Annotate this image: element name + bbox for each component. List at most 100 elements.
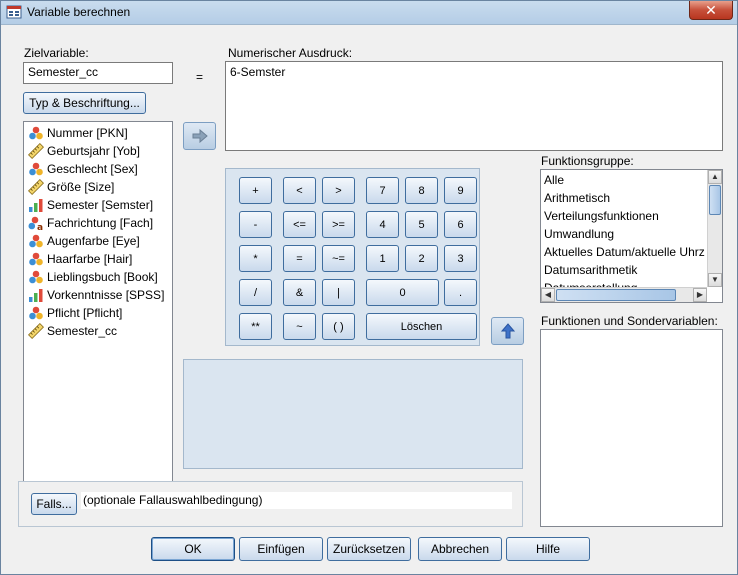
- title-bar[interactable]: Variable berechnen ✕: [1, 1, 737, 25]
- dialog-body: Zielvariable: Semester_cc Typ & Beschrif…: [8, 26, 732, 569]
- scroll-right-icon[interactable]: ▶: [693, 288, 707, 302]
- function-group-item[interactable]: Verteilungsfunktionen: [544, 209, 659, 227]
- variable-list-item[interactable]: Vorkenntnisse [SPSS]: [28, 286, 164, 304]
- key-parentheses[interactable]: ( ): [322, 313, 355, 340]
- window-title: Variable berechnen: [27, 5, 131, 19]
- key-5[interactable]: 5: [405, 211, 438, 238]
- scale-icon: [28, 323, 47, 339]
- function-group-item[interactable]: Aktuelles Datum/aktuelle Uhrz: [544, 245, 707, 263]
- vertical-scrollbar[interactable]: ▲ ▼: [707, 170, 722, 287]
- functions-list[interactable]: [540, 329, 723, 527]
- key-not-equal[interactable]: ~=: [322, 245, 355, 272]
- key-less[interactable]: <: [283, 177, 316, 204]
- calculator-keypad: + < > 7 8 9 - <= >= 4 5 6 * = ~= 1 2 3 /…: [225, 168, 480, 346]
- close-button[interactable]: ✕: [689, 1, 733, 20]
- ordinal-icon: [28, 197, 47, 213]
- dialog-window: Variable berechnen ✕ Zielvariable: Semes…: [0, 0, 738, 575]
- nominal-icon: [28, 125, 47, 141]
- variable-label: Größe [Size]: [47, 180, 115, 194]
- function-group-item[interactable]: Datumsarithmetik: [544, 263, 637, 281]
- function-group-list[interactable]: Alle Arithmetisch Verteilungsfunktionen …: [540, 169, 723, 303]
- variable-list[interactable]: Nummer [PKN] Geburtsjahr [Yob] Geschlecht …: [23, 121, 173, 521]
- variable-list-item[interactable]: Haarfarbe [Hair]: [28, 250, 132, 268]
- scroll-thumb[interactable]: [556, 289, 676, 301]
- horizontal-scrollbar[interactable]: ◀ ▶: [541, 287, 707, 302]
- move-variable-button[interactable]: [183, 122, 216, 150]
- key-divide[interactable]: /: [239, 279, 272, 306]
- key-4[interactable]: 4: [366, 211, 399, 238]
- key-3[interactable]: 3: [444, 245, 477, 272]
- key-delete[interactable]: Löschen: [366, 313, 477, 340]
- variable-list-item[interactable]: Pflicht [Pflicht]: [28, 304, 122, 322]
- variable-label: Semester_cc: [47, 324, 118, 338]
- variable-label: Semester [Semster]: [47, 198, 154, 212]
- variable-label: Pflicht [Pflicht]: [47, 306, 123, 320]
- variable-list-item[interactable]: Nummer [PKN]: [28, 124, 128, 142]
- key-7[interactable]: 7: [366, 177, 399, 204]
- variable-list-item[interactable]: Geburtsjahr [Yob]: [28, 142, 140, 160]
- case-selection-panel: Falls... (optionale Fallauswahlbedingung…: [18, 481, 523, 527]
- function-description-panel: [183, 359, 523, 469]
- variable-label: Lieblingsbuch [Book]: [47, 270, 158, 284]
- variable-list-item[interactable]: Lieblingsbuch [Book]: [28, 268, 158, 286]
- key-8[interactable]: 8: [405, 177, 438, 204]
- key-or[interactable]: |: [322, 279, 355, 306]
- compute-variable-icon: [6, 5, 22, 19]
- nominal-icon: [29, 306, 43, 320]
- key-decimal[interactable]: .: [444, 279, 477, 306]
- variable-list-item[interactable]: a Fachrichtung [Fach]: [28, 214, 153, 232]
- function-group-item[interactable]: Arithmetisch: [544, 191, 610, 209]
- key-minus[interactable]: -: [239, 211, 272, 238]
- scroll-down-icon[interactable]: ▼: [708, 273, 722, 287]
- variable-list-item[interactable]: Augenfarbe [Eye]: [28, 232, 140, 250]
- scroll-thumb[interactable]: [709, 185, 721, 215]
- key-1[interactable]: 1: [366, 245, 399, 272]
- ok-button[interactable]: OK: [151, 537, 235, 561]
- variable-list-item[interactable]: Semester_cc: [28, 322, 117, 340]
- key-greater[interactable]: >: [322, 177, 355, 204]
- target-variable-input[interactable]: Semester_cc: [23, 62, 173, 84]
- key-not[interactable]: ~: [283, 313, 316, 340]
- variable-list-item[interactable]: Größe [Size]: [28, 178, 114, 196]
- cancel-button[interactable]: Abbrechen: [418, 537, 502, 561]
- numeric-expression-label: Numerischer Ausdruck:: [228, 46, 353, 60]
- key-6[interactable]: 6: [444, 211, 477, 238]
- paste-button[interactable]: Einfügen: [239, 537, 323, 561]
- key-greater-equal[interactable]: >=: [322, 211, 355, 238]
- ordinal-icon: [29, 289, 43, 302]
- key-9[interactable]: 9: [444, 177, 477, 204]
- nominal-icon: [28, 233, 47, 249]
- function-group-item[interactable]: Umwandlung: [544, 227, 614, 245]
- scale-icon: [28, 143, 47, 159]
- key-and[interactable]: &: [283, 279, 316, 306]
- reset-button[interactable]: Zurücksetzen: [327, 537, 411, 561]
- variable-label: Fachrichtung [Fach]: [47, 216, 154, 230]
- scale-icon: [28, 179, 47, 195]
- key-equal[interactable]: =: [283, 245, 316, 272]
- equals-sign: =: [196, 70, 204, 84]
- nominal-icon: [29, 270, 43, 284]
- if-button[interactable]: Falls...: [31, 493, 77, 515]
- functions-label: Funktionen und Sondervariablen:: [541, 314, 718, 328]
- scroll-left-icon[interactable]: ◀: [541, 288, 555, 302]
- type-label-button[interactable]: Typ & Beschriftung...: [23, 92, 146, 114]
- scroll-up-icon[interactable]: ▲: [708, 170, 722, 184]
- key-plus[interactable]: +: [239, 177, 272, 204]
- nominal-icon: [28, 305, 47, 321]
- help-button[interactable]: Hilfe: [506, 537, 590, 561]
- scale-icon: [28, 179, 44, 195]
- insert-function-button[interactable]: [491, 317, 524, 345]
- numeric-expression-input[interactable]: 6-Semster: [225, 61, 723, 151]
- nominal-icon: [29, 234, 43, 248]
- key-power[interactable]: **: [239, 313, 272, 340]
- key-multiply[interactable]: *: [239, 245, 272, 272]
- variable-list-item[interactable]: Semester [Semster]: [28, 196, 153, 214]
- key-2[interactable]: 2: [405, 245, 438, 272]
- target-variable-label: Zielvariable:: [24, 46, 89, 60]
- key-0[interactable]: 0: [366, 279, 439, 306]
- variable-list-item[interactable]: Geschlecht [Sex]: [28, 160, 138, 178]
- nominal-icon: [29, 126, 43, 140]
- nominal-string-icon: a: [28, 215, 47, 231]
- function-group-item[interactable]: Alle: [544, 173, 564, 191]
- key-less-equal[interactable]: <=: [283, 211, 316, 238]
